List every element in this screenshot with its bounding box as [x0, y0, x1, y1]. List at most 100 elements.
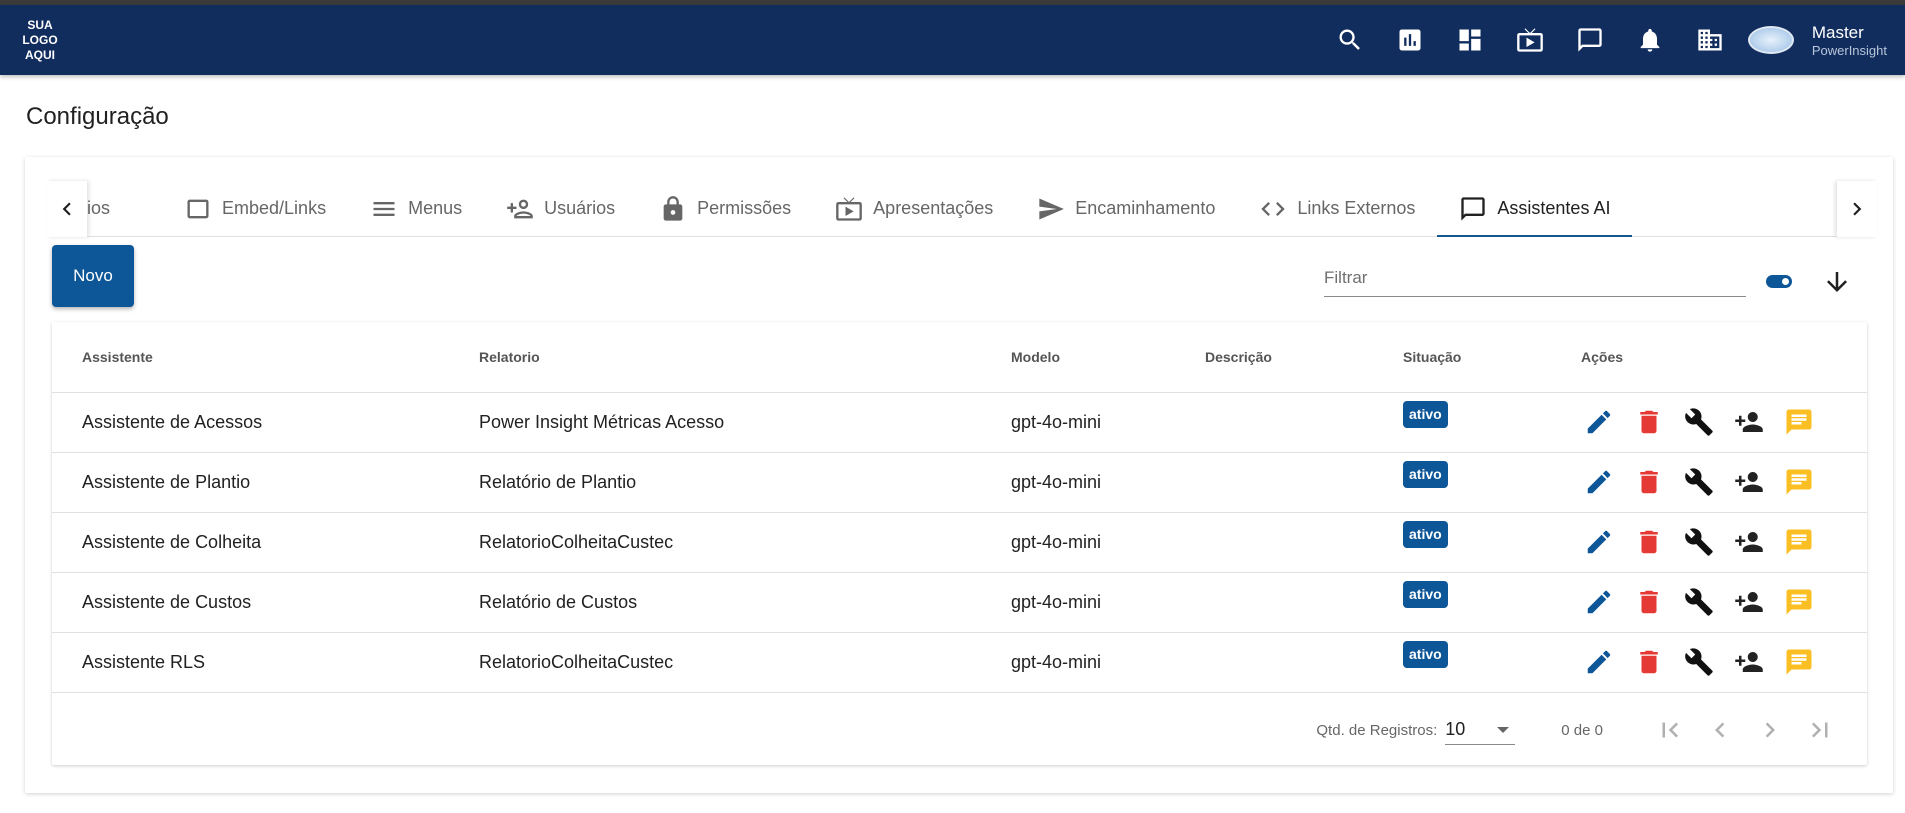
- tab-usuarios[interactable]: Usuários: [484, 181, 637, 237]
- next-page-button[interactable]: [1745, 710, 1795, 750]
- delete-button[interactable]: [1631, 464, 1667, 500]
- message-icon: [1786, 649, 1812, 675]
- add-user-button[interactable]: [1731, 524, 1767, 560]
- tab-assistentes-ai[interactable]: Assistentes AI: [1437, 181, 1633, 237]
- add-user-button[interactable]: [1731, 464, 1767, 500]
- message-button[interactable]: [1781, 404, 1817, 440]
- delete-button[interactable]: [1631, 584, 1667, 620]
- toggle-switch[interactable]: [1766, 275, 1792, 288]
- edit-button[interactable]: [1581, 644, 1617, 680]
- cell-descricao: [1205, 512, 1403, 573]
- message-button[interactable]: [1781, 644, 1817, 680]
- presentation-tv-icon: [836, 196, 863, 221]
- edit-icon: [1587, 530, 1611, 554]
- cell-relatorio: Power Insight Métricas Acesso: [479, 392, 1011, 453]
- prev-page-button[interactable]: [1695, 710, 1745, 750]
- message-button[interactable]: [1781, 524, 1817, 560]
- chat-icon[interactable]: [1560, 18, 1620, 62]
- message-button[interactable]: [1781, 584, 1817, 620]
- configure-button[interactable]: [1681, 524, 1717, 560]
- column-header[interactable]: Situação: [1403, 322, 1581, 393]
- page-size-select[interactable]: 10: [1445, 715, 1516, 745]
- tab-label: Encaminhamento: [1075, 198, 1216, 218]
- message-button[interactable]: [1781, 464, 1817, 500]
- delete-button[interactable]: [1631, 524, 1667, 560]
- report-chart-icon[interactable]: [1380, 18, 1440, 62]
- delete-icon: [1640, 650, 1658, 674]
- tab-label: Menus: [408, 198, 463, 218]
- edit-button[interactable]: [1581, 464, 1617, 500]
- column-header[interactable]: Modelo: [1011, 322, 1205, 393]
- pagination: Qtd. de Registros: 10 0 de 0: [52, 695, 1867, 765]
- table-row: Assistente RLS RelatorioColheitaCustec g…: [52, 632, 1867, 693]
- cell-relatorio: Relatório de Plantio: [479, 452, 1011, 513]
- cell-situacao: ativo: [1403, 452, 1581, 513]
- configure-button[interactable]: [1681, 464, 1717, 500]
- column-header[interactable]: Descrição: [1205, 322, 1403, 393]
- table-header-row: Assistente Relatorio Modelo Descrição Si…: [52, 322, 1867, 393]
- cell-modelo: gpt-4o-mini: [1011, 632, 1205, 693]
- tab-partial[interactable]: ios: [87, 181, 162, 237]
- tab-embed-links[interactable]: Embed/Links: [162, 181, 348, 237]
- add-user-button[interactable]: [1731, 644, 1767, 680]
- first-page-button[interactable]: [1645, 710, 1695, 750]
- tab-permissoes[interactable]: Permissões: [637, 181, 813, 237]
- add-user-icon: [507, 199, 533, 218]
- tab-encaminhamento[interactable]: Encaminhamento: [1015, 181, 1237, 237]
- table-row: Assistente de Acessos Power Insight Métr…: [52, 392, 1867, 453]
- cell-situacao: ativo: [1403, 392, 1581, 453]
- cell-assistente: Assistente de Acessos: [52, 392, 479, 453]
- delete-icon: [1640, 410, 1658, 434]
- delete-button[interactable]: [1631, 644, 1667, 680]
- dashboard-icon[interactable]: [1440, 18, 1500, 62]
- add-user-icon: [1735, 532, 1763, 552]
- page-range: 0 de 0: [1561, 721, 1603, 739]
- cell-relatorio: Relatório de Custos: [479, 572, 1011, 633]
- tab-label: Assistentes AI: [1497, 198, 1611, 218]
- tab-scroll-left-button[interactable]: [47, 180, 87, 237]
- edit-button[interactable]: [1581, 404, 1617, 440]
- page-size-value: 10: [1445, 719, 1466, 739]
- chevron-right-icon: [1853, 202, 1862, 215]
- tab-menus[interactable]: Menus: [348, 181, 484, 237]
- last-page-button[interactable]: [1795, 710, 1845, 750]
- building-icon[interactable]: [1680, 18, 1740, 62]
- new-button[interactable]: Novo: [52, 245, 134, 307]
- presentation-tv-icon[interactable]: [1500, 18, 1560, 62]
- sort-button[interactable]: [1822, 267, 1852, 297]
- filter-input[interactable]: [1324, 261, 1746, 295]
- configure-button[interactable]: [1681, 404, 1717, 440]
- table-row: Assistente de Colheita RelatorioColheita…: [52, 512, 1867, 573]
- configure-button[interactable]: [1681, 584, 1717, 620]
- tab-scroll-right-button[interactable]: [1837, 180, 1877, 237]
- configure-button[interactable]: [1681, 644, 1717, 680]
- message-icon: [1786, 469, 1812, 495]
- column-header[interactable]: Assistente: [52, 322, 479, 393]
- cell-descricao: [1205, 632, 1403, 693]
- edit-button[interactable]: [1581, 524, 1617, 560]
- logo: SUA LOGO AQUI: [22, 18, 58, 63]
- tab-label: Apresentações: [873, 198, 994, 218]
- bell-icon[interactable]: [1620, 18, 1680, 62]
- page-size-label: Qtd. de Registros:: [1316, 721, 1438, 739]
- chat-icon: [1461, 196, 1486, 221]
- user-info[interactable]: Master PowerInsight: [1812, 23, 1887, 58]
- cell-acoes: [1581, 452, 1867, 513]
- cell-descricao: [1205, 572, 1403, 633]
- edit-button[interactable]: [1581, 584, 1617, 620]
- search-icon[interactable]: [1320, 18, 1380, 62]
- delete-icon: [1640, 470, 1658, 494]
- wrench-icon: [1685, 588, 1713, 616]
- add-user-button[interactable]: [1731, 584, 1767, 620]
- cell-assistente: Assistente RLS: [52, 632, 479, 693]
- column-header: Ações: [1581, 322, 1867, 393]
- tab-apresentacoes[interactable]: Apresentações: [813, 181, 1015, 237]
- cell-acoes: [1581, 572, 1867, 633]
- column-header[interactable]: Relatorio: [479, 322, 1011, 393]
- avatar[interactable]: [1747, 26, 1794, 54]
- add-user-button[interactable]: [1731, 404, 1767, 440]
- tab-links-externos[interactable]: Links Externos: [1237, 181, 1437, 237]
- cell-descricao: [1205, 392, 1403, 453]
- status-badge: ativo: [1403, 400, 1448, 428]
- delete-button[interactable]: [1631, 404, 1667, 440]
